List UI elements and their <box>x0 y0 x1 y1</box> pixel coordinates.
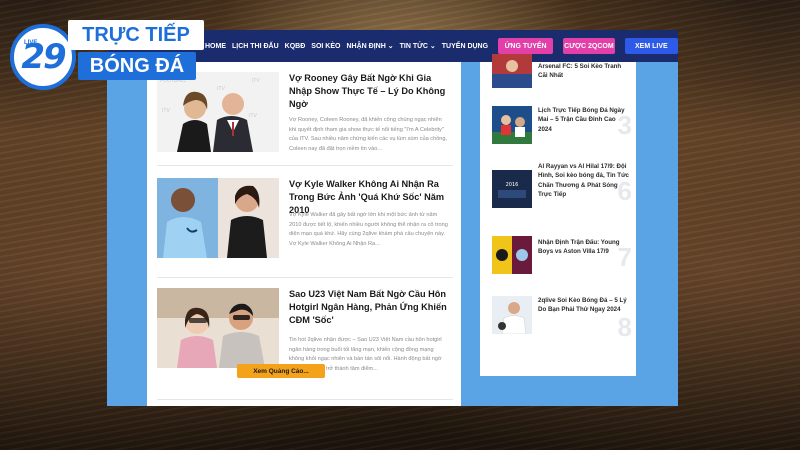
sidebar-thumbnail[interactable]: 2016 <box>492 170 532 208</box>
nav-news-label: TIN TỨC <box>399 43 428 50</box>
article-list: FOOTBALL ITV ITV ITV ITV Vợ Rooney Gây Bất … <box>147 62 461 406</box>
sidebar-thumbnail[interactable] <box>492 54 532 88</box>
article-excerpt: Vợ Rooney, Coleen Rooney, đã khiến công … <box>289 117 448 152</box>
logo-bottom-text: BÓNG ĐÁ <box>78 52 196 80</box>
sidebar-latest: Arsenal FC: 5 Soi Kèo Tranh Cãi Nhất Lịc… <box>480 54 636 376</box>
article-card[interactable]: Vợ Kyle Walker Không Ai Nhận Ra Trong Bứ… <box>157 178 453 278</box>
svg-text:ITV: ITV <box>249 113 257 119</box>
article-excerpt: Vợ Kyle Walker đã gây bất ngờ lớn khi mộ… <box>289 212 448 247</box>
sidebar-item[interactable]: 2qlive Soi Kèo Bóng Đá – 5 Lý Do Bạn Phả… <box>492 296 632 342</box>
nav-predictions[interactable]: NHẬN ĐỊNH ⌄ <box>346 42 393 50</box>
nav-careers[interactable]: TUYỂN DỤNG <box>442 43 488 50</box>
view-ad-button[interactable]: Xem Quảng Cáo... <box>237 364 325 378</box>
sidebar-item-title[interactable]: Arsenal FC: 5 Soi Kèo Tranh Cãi Nhất <box>538 62 630 81</box>
sidebar-rank-number: 7 <box>617 242 632 272</box>
sidebar-thumbnail[interactable] <box>492 296 532 334</box>
article-card[interactable]: Sao U23 Việt Nam Bất Ngờ Cầu Hôn Hotgirl… <box>157 288 453 400</box>
nav-predictions-label: NHẬN ĐỊNH <box>346 43 386 50</box>
sidebar-item[interactable]: Nhận Định Trận Đấu: Young Boys vs Aston … <box>492 236 632 282</box>
sidebar-item[interactable]: Arsenal FC: 5 Soi Kèo Tranh Cãi Nhất <box>492 54 632 92</box>
sidebar-thumbnail[interactable] <box>492 106 532 144</box>
nav-schedule[interactable]: LỊCH THI ĐẤU <box>232 43 279 50</box>
nav-news[interactable]: TIN TỨC ⌄ <box>400 42 436 50</box>
svg-text:ITV: ITV <box>252 78 260 84</box>
svg-text:ITV: ITV <box>162 108 170 114</box>
nav-results[interactable]: KQBĐ <box>285 43 306 50</box>
svg-text:2016: 2016 <box>506 182 519 188</box>
sidebar-item[interactable]: 2016 Al Rayyan vs Al Hilal 17/9: Đội Hìn… <box>492 162 632 222</box>
logo-live-text: LIVE <box>24 40 38 46</box>
sidebar-item-title[interactable]: Lịch Trực Tiếp Bóng Đá Ngày Mai – 5 Trận… <box>538 106 630 134</box>
logo-top-text: TRỰC TIẾP <box>68 20 204 50</box>
article-title[interactable]: Sao U23 Việt Nam Bất Ngờ Cầu Hôn Hotgirl… <box>289 288 453 327</box>
sidebar-thumbnail[interactable] <box>492 236 532 274</box>
logo-emblem: LIVE 29 <box>10 24 76 90</box>
nav-odds[interactable]: SOI KÈO <box>311 43 340 50</box>
article-title[interactable]: Vợ Rooney Gây Bất Ngờ Khi Gia Nhập Show … <box>289 72 453 111</box>
watch-live-button[interactable]: XEM LIVE <box>624 38 678 54</box>
sidebar-item[interactable]: Lịch Trực Tiếp Bóng Đá Ngày Mai – 5 Trận… <box>492 106 632 148</box>
article-thumbnail[interactable] <box>157 288 279 368</box>
chevron-down-icon: ⌄ <box>429 43 436 50</box>
sidebar-rank-number: 8 <box>617 312 632 342</box>
article-card[interactable]: FOOTBALL ITV ITV ITV ITV Vợ Rooney Gây Bất … <box>157 72 453 166</box>
sidebar-rank-number: 6 <box>617 176 632 206</box>
sidebar-item-title[interactable]: 2qlive Soi Kèo Bóng Đá – 5 Lý Do Bạn Phả… <box>538 296 630 315</box>
article-thumbnail[interactable] <box>157 178 279 258</box>
website-frame: HOME LỊCH THI ĐẤU KQBĐ SOI KÈO NHẬN ĐỊNH… <box>107 30 678 406</box>
site-logo[interactable]: LIVE 29 TRỰC TIẾP BÓNG ĐÁ <box>6 14 206 90</box>
sidebar-rank-number: 3 <box>617 110 632 140</box>
nav-home[interactable]: HOME <box>205 43 226 50</box>
chevron-down-icon: ⌄ <box>387 43 394 50</box>
sidebar-item-title[interactable]: Nhận Định Trận Đấu: Young Boys vs Aston … <box>538 238 630 257</box>
apply-button[interactable]: ỨNG TUYỂN <box>498 38 554 54</box>
bet-button[interactable]: CƯỢC 2QCOM <box>563 38 615 54</box>
sidebar-item-title[interactable]: Al Rayyan vs Al Hilal 17/9: Đội Hình, So… <box>538 162 630 200</box>
svg-text:ITV: ITV <box>217 86 225 92</box>
